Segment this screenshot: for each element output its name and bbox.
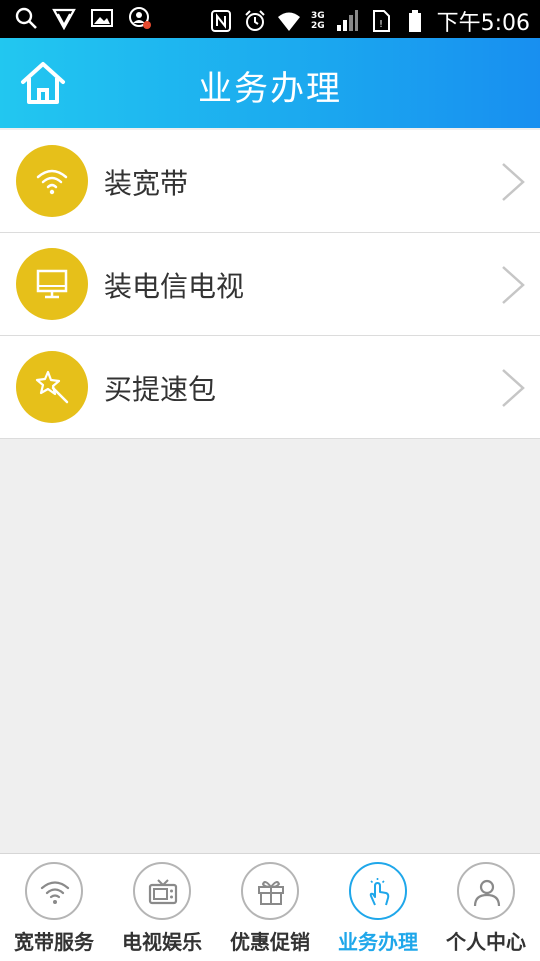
tab-promotions[interactable]: 优惠促销 bbox=[216, 854, 324, 961]
chevron-right-icon bbox=[502, 369, 525, 407]
tab-icon-circle bbox=[25, 862, 83, 920]
status-time: 下午5:06 bbox=[436, 11, 530, 36]
tv-icon bbox=[148, 879, 178, 905]
wifi-icon bbox=[36, 169, 68, 195]
tab-icon-circle bbox=[457, 862, 515, 920]
menu-item-speed-package[interactable]: 买提速包 bbox=[0, 336, 540, 439]
status-bar: 3G 2G ! 下午5:06 bbox=[0, 0, 540, 38]
tab-label: 业务办理 bbox=[338, 930, 418, 954]
tab-icon-circle bbox=[349, 862, 407, 920]
menu-item-icon-circle bbox=[16, 145, 88, 217]
menu-item-iptv[interactable]: 装电信电视 bbox=[0, 233, 540, 336]
image-icon bbox=[91, 9, 113, 27]
network-type: 3G 2G bbox=[311, 11, 325, 31]
battery-icon bbox=[408, 10, 421, 32]
page-title: 业务办理 bbox=[198, 69, 342, 109]
alarm-icon bbox=[245, 10, 265, 31]
menu-item-label: 装电信电视 bbox=[104, 270, 245, 303]
svg-text:!: ! bbox=[379, 19, 383, 30]
chevron-right-icon bbox=[502, 163, 525, 201]
menu-item-icon-circle bbox=[16, 351, 88, 423]
person-icon bbox=[473, 879, 501, 907]
monitor-icon bbox=[36, 269, 68, 299]
tab-business-handling[interactable]: 业务办理 bbox=[324, 854, 432, 961]
magic-wand-icon bbox=[35, 370, 69, 404]
network-3g-label: 3G bbox=[310, 11, 325, 21]
alert-user-icon bbox=[129, 7, 151, 29]
search-icon bbox=[15, 7, 37, 29]
tab-personal-center[interactable]: 个人中心 bbox=[432, 854, 540, 961]
tab-broadband-service[interactable]: 宽带服务 bbox=[0, 854, 108, 961]
tab-label: 优惠促销 bbox=[230, 930, 310, 954]
tab-label: 电视娱乐 bbox=[122, 930, 202, 954]
app-header: 业务办理 bbox=[0, 38, 540, 128]
menu-item-label: 装宽带 bbox=[104, 167, 189, 200]
shield-icon bbox=[52, 8, 76, 30]
tab-label: 宽带服务 bbox=[14, 930, 94, 954]
tab-label: 个人中心 bbox=[446, 930, 526, 954]
wifi-icon bbox=[277, 12, 300, 31]
sim-icon: ! bbox=[372, 10, 390, 32]
menu-item-icon-circle bbox=[16, 248, 88, 320]
tab-icon-circle bbox=[241, 862, 299, 920]
gift-icon bbox=[258, 881, 284, 905]
service-list: 装宽带 装电信电视 买提速包 bbox=[0, 130, 540, 439]
nfc-icon bbox=[210, 10, 231, 32]
touch-hand-icon bbox=[369, 878, 390, 906]
tab-icon-circle bbox=[133, 862, 191, 920]
menu-item-label: 买提速包 bbox=[104, 373, 217, 406]
tab-tv-entertainment[interactable]: 电视娱乐 bbox=[108, 854, 216, 961]
bottom-tab-bar: 宽带服务 电视娱乐 优惠促销 业务办理 个人中心 bbox=[0, 853, 540, 961]
wifi-icon bbox=[40, 881, 70, 904]
chevron-right-icon bbox=[502, 266, 525, 304]
signal-icon bbox=[336, 10, 358, 31]
menu-item-broadband[interactable]: 装宽带 bbox=[0, 130, 540, 233]
network-2g-label: 2G bbox=[310, 21, 325, 31]
